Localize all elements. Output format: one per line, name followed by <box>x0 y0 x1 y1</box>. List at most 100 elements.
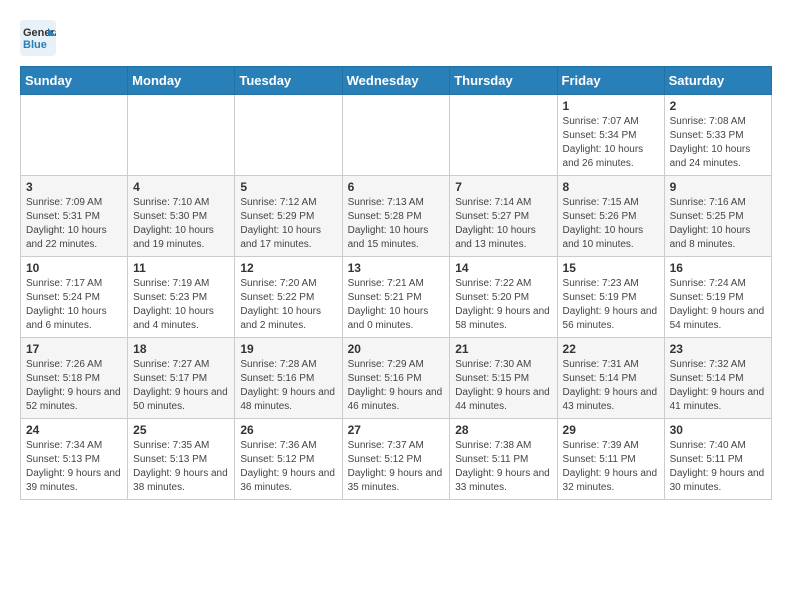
day-number: 16 <box>670 261 766 275</box>
calendar-cell: 25 Sunrise: 7:35 AM Sunset: 5:13 PM Dayli… <box>128 419 235 500</box>
dow-header-thursday: Thursday <box>450 67 557 95</box>
calendar-cell: 15 Sunrise: 7:23 AM Sunset: 5:19 PM Dayli… <box>557 257 664 338</box>
calendar-cell: 11 Sunrise: 7:19 AM Sunset: 5:23 PM Dayli… <box>128 257 235 338</box>
logo-icon: General Blue <box>20 20 56 56</box>
day-number: 28 <box>455 423 551 437</box>
day-number: 25 <box>133 423 229 437</box>
calendar-cell <box>235 95 342 176</box>
day-info: Sunrise: 7:15 AM Sunset: 5:26 PM Dayligh… <box>563 196 659 252</box>
day-number: 8 <box>563 180 659 194</box>
day-info: Sunrise: 7:23 AM Sunset: 5:19 PM Dayligh… <box>563 277 659 333</box>
day-number: 23 <box>670 342 766 356</box>
calendar-week-4: 17 Sunrise: 7:26 AM Sunset: 5:18 PM Dayli… <box>21 338 772 419</box>
day-number: 15 <box>563 261 659 275</box>
day-info: Sunrise: 7:12 AM Sunset: 5:29 PM Dayligh… <box>240 196 336 252</box>
day-number: 24 <box>26 423 122 437</box>
calendar-cell: 28 Sunrise: 7:38 AM Sunset: 5:11 PM Dayli… <box>450 419 557 500</box>
dow-header-monday: Monday <box>128 67 235 95</box>
day-info: Sunrise: 7:31 AM Sunset: 5:14 PM Dayligh… <box>563 358 659 414</box>
day-info: Sunrise: 7:37 AM Sunset: 5:12 PM Dayligh… <box>348 439 445 495</box>
day-number: 5 <box>240 180 336 194</box>
day-info: Sunrise: 7:30 AM Sunset: 5:15 PM Dayligh… <box>455 358 551 414</box>
calendar-cell <box>342 95 450 176</box>
calendar-cell: 20 Sunrise: 7:29 AM Sunset: 5:16 PM Dayli… <box>342 338 450 419</box>
calendar-body: 1Sunrise: 7:07 AM Sunset: 5:34 PM Daylig… <box>21 95 772 500</box>
calendar-cell: 6Sunrise: 7:13 AM Sunset: 5:28 PM Daylig… <box>342 176 450 257</box>
day-number: 19 <box>240 342 336 356</box>
dow-header-wednesday: Wednesday <box>342 67 450 95</box>
calendar-week-5: 24 Sunrise: 7:34 AM Sunset: 5:13 PM Dayli… <box>21 419 772 500</box>
day-number: 26 <box>240 423 336 437</box>
day-info: Sunrise: 7:09 AM Sunset: 5:31 PM Dayligh… <box>26 196 122 252</box>
calendar-cell: 3 Sunrise: 7:09 AM Sunset: 5:31 PM Daylig… <box>21 176 128 257</box>
calendar-cell: 27 Sunrise: 7:37 AM Sunset: 5:12 PM Dayli… <box>342 419 450 500</box>
day-info: Sunrise: 7:40 AM Sunset: 5:11 PM Dayligh… <box>670 439 766 495</box>
day-info: Sunrise: 7:38 AM Sunset: 5:11 PM Dayligh… <box>455 439 551 495</box>
calendar-cell <box>450 95 557 176</box>
calendar: SundayMondayTuesdayWednesdayThursdayFrid… <box>20 66 772 500</box>
day-number: 4 <box>133 180 229 194</box>
calendar-cell: 18 Sunrise: 7:27 AM Sunset: 5:17 PM Dayli… <box>128 338 235 419</box>
calendar-cell: 5 Sunrise: 7:12 AM Sunset: 5:29 PM Daylig… <box>235 176 342 257</box>
day-number: 22 <box>563 342 659 356</box>
calendar-cell <box>128 95 235 176</box>
calendar-cell: 1Sunrise: 7:07 AM Sunset: 5:34 PM Daylig… <box>557 95 664 176</box>
calendar-cell: 8 Sunrise: 7:15 AM Sunset: 5:26 PM Daylig… <box>557 176 664 257</box>
day-info: Sunrise: 7:26 AM Sunset: 5:18 PM Dayligh… <box>26 358 122 414</box>
svg-text:Blue: Blue <box>23 39 47 51</box>
calendar-cell: 23 Sunrise: 7:32 AM Sunset: 5:14 PM Dayli… <box>664 338 771 419</box>
day-info: Sunrise: 7:29 AM Sunset: 5:16 PM Dayligh… <box>348 358 445 414</box>
day-info: Sunrise: 7:32 AM Sunset: 5:14 PM Dayligh… <box>670 358 766 414</box>
day-number: 27 <box>348 423 445 437</box>
day-info: Sunrise: 7:21 AM Sunset: 5:21 PM Dayligh… <box>348 277 445 333</box>
day-number: 17 <box>26 342 122 356</box>
day-info: Sunrise: 7:20 AM Sunset: 5:22 PM Dayligh… <box>240 277 336 333</box>
day-of-week-header: SundayMondayTuesdayWednesdayThursdayFrid… <box>21 67 772 95</box>
calendar-cell: 24 Sunrise: 7:34 AM Sunset: 5:13 PM Dayli… <box>21 419 128 500</box>
day-info: Sunrise: 7:39 AM Sunset: 5:11 PM Dayligh… <box>563 439 659 495</box>
calendar-cell: 22 Sunrise: 7:31 AM Sunset: 5:14 PM Dayli… <box>557 338 664 419</box>
day-info: Sunrise: 7:35 AM Sunset: 5:13 PM Dayligh… <box>133 439 229 495</box>
day-number: 21 <box>455 342 551 356</box>
calendar-cell: 12Sunrise: 7:20 AM Sunset: 5:22 PM Dayli… <box>235 257 342 338</box>
day-number: 14 <box>455 261 551 275</box>
calendar-cell: 14 Sunrise: 7:22 AM Sunset: 5:20 PM Dayli… <box>450 257 557 338</box>
calendar-cell: 19 Sunrise: 7:28 AM Sunset: 5:16 PM Dayli… <box>235 338 342 419</box>
day-info: Sunrise: 7:10 AM Sunset: 5:30 PM Dayligh… <box>133 196 229 252</box>
logo: General Blue <box>20 20 56 56</box>
calendar-cell: 29 Sunrise: 7:39 AM Sunset: 5:11 PM Dayli… <box>557 419 664 500</box>
day-info: Sunrise: 7:07 AM Sunset: 5:34 PM Dayligh… <box>563 115 659 171</box>
calendar-cell: 30Sunrise: 7:40 AM Sunset: 5:11 PM Dayli… <box>664 419 771 500</box>
calendar-cell: 9Sunrise: 7:16 AM Sunset: 5:25 PM Daylig… <box>664 176 771 257</box>
dow-header-friday: Friday <box>557 67 664 95</box>
day-info: Sunrise: 7:13 AM Sunset: 5:28 PM Dayligh… <box>348 196 445 252</box>
day-info: Sunrise: 7:22 AM Sunset: 5:20 PM Dayligh… <box>455 277 551 333</box>
calendar-week-3: 10Sunrise: 7:17 AM Sunset: 5:24 PM Dayli… <box>21 257 772 338</box>
day-number: 2 <box>670 99 766 113</box>
calendar-cell: 7Sunrise: 7:14 AM Sunset: 5:27 PM Daylig… <box>450 176 557 257</box>
calendar-cell: 16 Sunrise: 7:24 AM Sunset: 5:19 PM Dayli… <box>664 257 771 338</box>
calendar-cell: 26 Sunrise: 7:36 AM Sunset: 5:12 PM Dayli… <box>235 419 342 500</box>
day-number: 18 <box>133 342 229 356</box>
day-number: 10 <box>26 261 122 275</box>
calendar-cell: 10Sunrise: 7:17 AM Sunset: 5:24 PM Dayli… <box>21 257 128 338</box>
page-header: General Blue <box>20 20 772 56</box>
day-number: 7 <box>455 180 551 194</box>
calendar-week-1: 1Sunrise: 7:07 AM Sunset: 5:34 PM Daylig… <box>21 95 772 176</box>
calendar-cell: 2 Sunrise: 7:08 AM Sunset: 5:33 PM Daylig… <box>664 95 771 176</box>
calendar-cell: 17 Sunrise: 7:26 AM Sunset: 5:18 PM Dayli… <box>21 338 128 419</box>
calendar-cell: 4 Sunrise: 7:10 AM Sunset: 5:30 PM Daylig… <box>128 176 235 257</box>
day-number: 20 <box>348 342 445 356</box>
dow-header-tuesday: Tuesday <box>235 67 342 95</box>
day-info: Sunrise: 7:36 AM Sunset: 5:12 PM Dayligh… <box>240 439 336 495</box>
day-number: 29 <box>563 423 659 437</box>
day-info: Sunrise: 7:19 AM Sunset: 5:23 PM Dayligh… <box>133 277 229 333</box>
day-number: 3 <box>26 180 122 194</box>
day-info: Sunrise: 7:24 AM Sunset: 5:19 PM Dayligh… <box>670 277 766 333</box>
day-number: 11 <box>133 261 229 275</box>
dow-header-saturday: Saturday <box>664 67 771 95</box>
day-info: Sunrise: 7:08 AM Sunset: 5:33 PM Dayligh… <box>670 115 766 171</box>
day-info: Sunrise: 7:28 AM Sunset: 5:16 PM Dayligh… <box>240 358 336 414</box>
day-info: Sunrise: 7:34 AM Sunset: 5:13 PM Dayligh… <box>26 439 122 495</box>
day-info: Sunrise: 7:27 AM Sunset: 5:17 PM Dayligh… <box>133 358 229 414</box>
